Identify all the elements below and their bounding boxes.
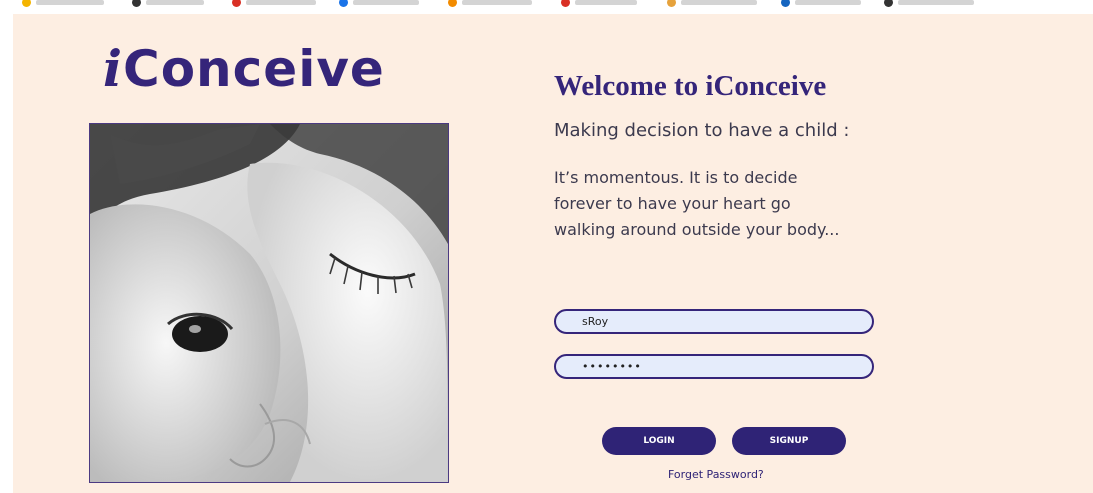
login-page: iConceive Welcome to iConceive Making de… bbox=[13, 14, 1093, 493]
quote-text: It’s momentous. It is to decide forever … bbox=[554, 168, 840, 239]
bookmark-icon bbox=[232, 0, 241, 7]
left-edge-letter: o bbox=[0, 40, 1, 80]
bookmark-icon bbox=[561, 0, 570, 7]
username-input[interactable] bbox=[554, 309, 874, 334]
bookmark-item[interactable] bbox=[132, 0, 204, 8]
login-button[interactable]: LOGIN bbox=[602, 427, 716, 455]
hero-photo bbox=[89, 123, 449, 483]
mother-baby-photo-illustration bbox=[90, 124, 448, 482]
bookmark-icon bbox=[781, 0, 790, 7]
bookmark-icon bbox=[667, 0, 676, 7]
bookmark-item[interactable] bbox=[22, 0, 104, 8]
signup-button[interactable]: SIGNUP bbox=[732, 427, 846, 455]
logo-name: Conceive bbox=[123, 40, 385, 98]
bookmark-item[interactable] bbox=[561, 0, 637, 8]
bookmark-item[interactable] bbox=[667, 0, 757, 8]
site-logo[interactable]: iConceive bbox=[103, 44, 385, 95]
tagline: Making decision to have a child : bbox=[554, 120, 850, 141]
bookmarks-bar bbox=[0, 0, 1093, 14]
adjacent-window-edge: o d bbox=[0, 14, 13, 493]
bookmark-icon bbox=[448, 0, 457, 7]
password-input[interactable] bbox=[554, 354, 874, 379]
bookmark-item[interactable] bbox=[232, 0, 316, 8]
left-edge-letter: d bbox=[0, 75, 2, 115]
bookmark-item[interactable] bbox=[884, 0, 974, 8]
bookmark-icon bbox=[339, 0, 348, 7]
bookmark-icon bbox=[22, 0, 31, 7]
bookmark-icon bbox=[884, 0, 893, 7]
forget-password-link[interactable]: Forget Password? bbox=[668, 468, 764, 481]
welcome-heading: Welcome to iConceive bbox=[554, 70, 827, 102]
logo-prefix: i bbox=[103, 39, 123, 98]
bookmark-item[interactable] bbox=[448, 0, 532, 8]
bookmark-icon bbox=[132, 0, 141, 7]
bookmark-item[interactable] bbox=[339, 0, 419, 8]
bookmark-item[interactable] bbox=[781, 0, 861, 8]
